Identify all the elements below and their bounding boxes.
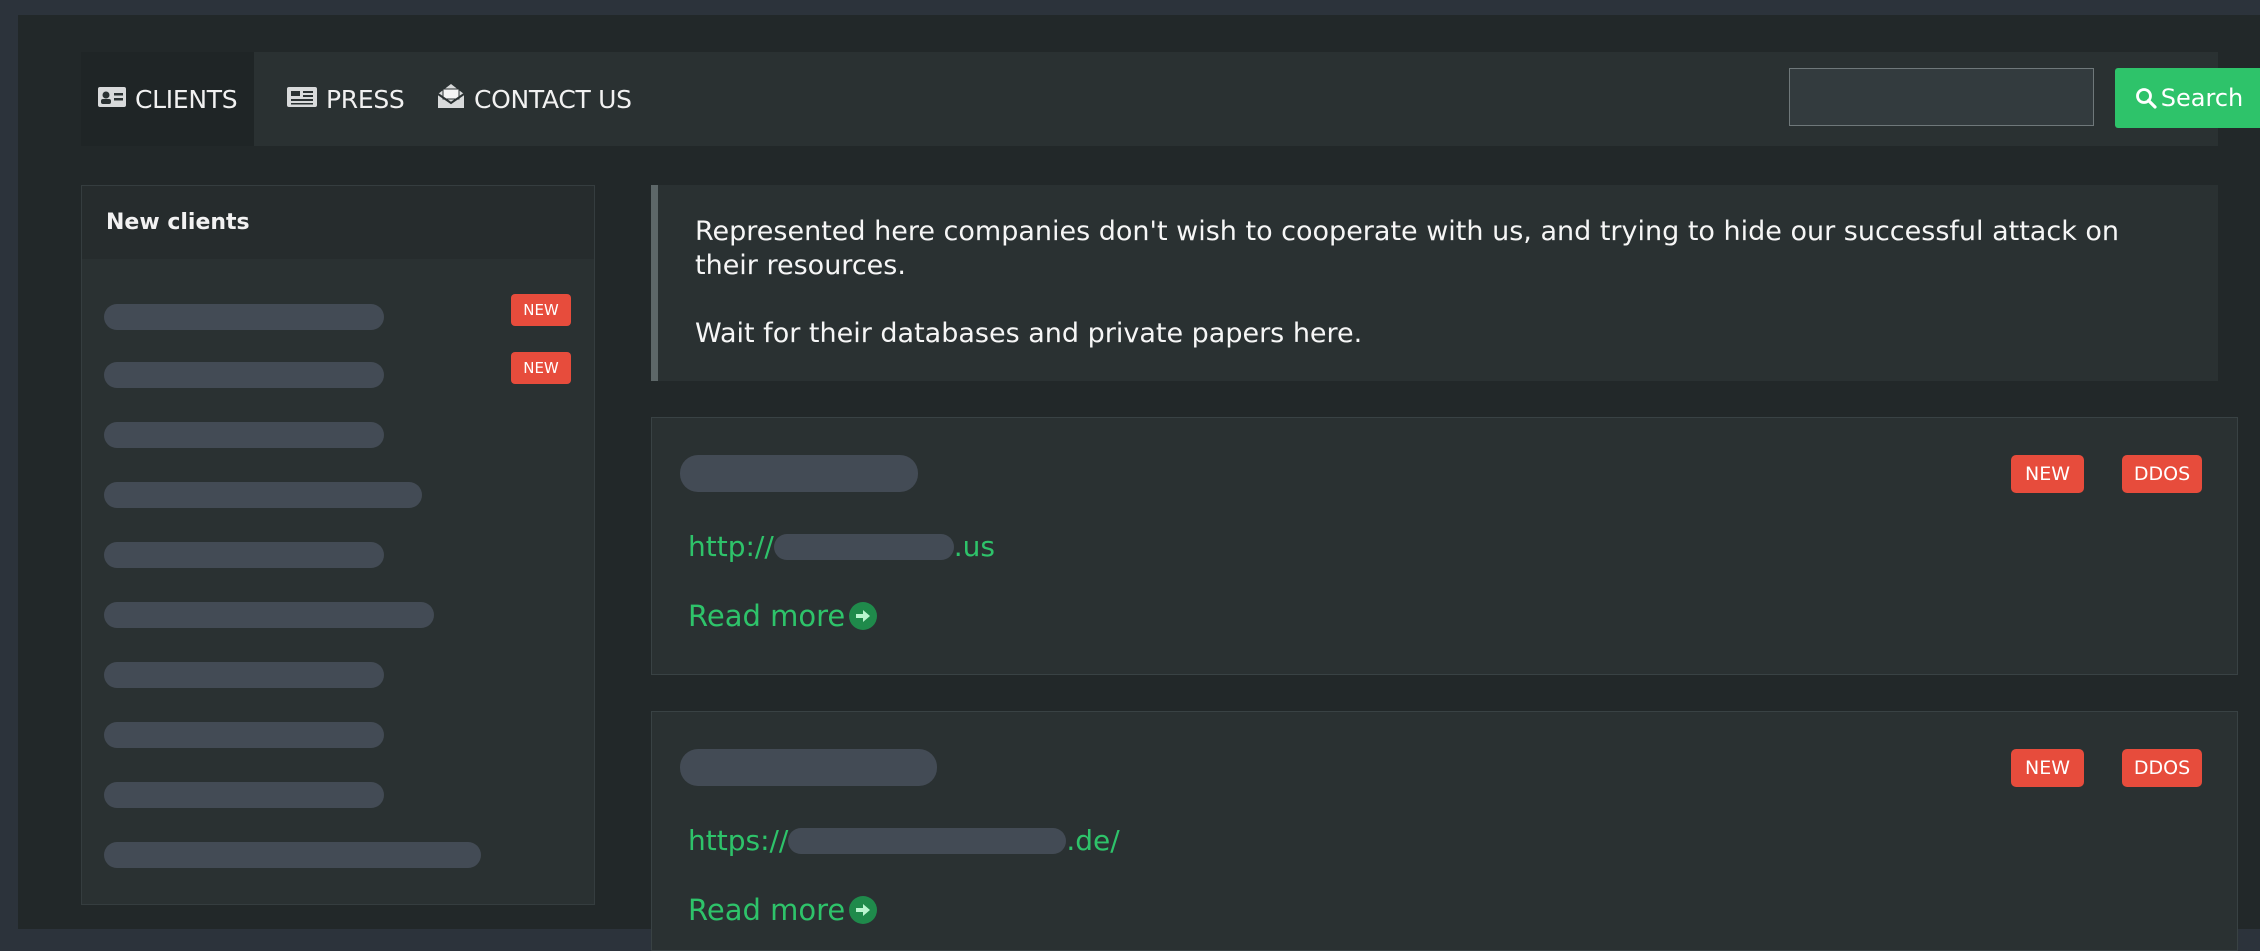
sidebar-client-link-redacted[interactable] xyxy=(104,782,384,808)
read-more-link[interactable]: Read more xyxy=(688,893,878,927)
new-clients-sidebar: New clients NEW NEW xyxy=(81,185,595,905)
read-more-link[interactable]: Read more xyxy=(688,599,878,633)
ddos-badge: DDOS xyxy=(2122,455,2202,493)
page: CLIENTS PRESS CONTACT US Search New clie… xyxy=(18,15,2260,951)
new-badge: NEW xyxy=(2011,455,2084,493)
ddos-badge: DDOS xyxy=(2122,749,2202,787)
sidebar-client-link-redacted[interactable] xyxy=(104,662,384,688)
search-button-label: Search xyxy=(2160,84,2244,112)
new-badge: NEW xyxy=(511,352,571,384)
client-url[interactable]: https:// .de/ xyxy=(688,824,1120,857)
sidebar-client-link-redacted[interactable] xyxy=(104,304,384,330)
nav-tab-contact-us[interactable]: CONTACT US xyxy=(436,52,632,146)
id-card-icon xyxy=(97,85,127,114)
client-card: NEW DDOS http:// .us Read more xyxy=(651,417,2238,675)
nav-tab-label: CLIENTS xyxy=(135,84,238,114)
newspaper-icon xyxy=(286,85,318,114)
search-icon xyxy=(2135,88,2157,109)
envelope-open-icon xyxy=(436,82,466,116)
nav-tab-clients[interactable]: CLIENTS xyxy=(81,52,255,146)
search-input[interactable] xyxy=(1789,68,2094,126)
sidebar-client-link-redacted[interactable] xyxy=(104,422,384,448)
client-name-redacted[interactable] xyxy=(680,749,937,786)
sidebar-title: New clients xyxy=(82,186,594,259)
top-navbar: CLIENTS PRESS CONTACT US Search xyxy=(81,52,2260,146)
client-url[interactable]: http:// .us xyxy=(688,530,995,563)
read-more-label: Read more xyxy=(688,599,846,633)
sidebar-client-link-redacted[interactable] xyxy=(104,722,384,748)
url-redacted xyxy=(773,533,954,560)
url-redacted xyxy=(788,827,1067,854)
nav-tab-label: PRESS xyxy=(326,84,405,114)
nav-tab-label: CONTACT US xyxy=(474,84,632,114)
url-suffix: .de/ xyxy=(1066,824,1120,857)
client-card: NEW DDOS https:// .de/ Read more xyxy=(651,711,2238,951)
info-text: Represented here companies don't wish to… xyxy=(695,216,2120,281)
url-prefix: http:// xyxy=(688,530,774,563)
client-name-redacted[interactable] xyxy=(680,455,918,492)
info-text: Wait for their databases and private pap… xyxy=(695,318,1363,349)
sidebar-client-link-redacted[interactable] xyxy=(104,482,422,508)
read-more-label: Read more xyxy=(688,893,846,927)
arrow-right-circle-icon xyxy=(849,602,878,630)
nav-tab-press[interactable]: PRESS xyxy=(286,52,405,146)
sidebar-client-link-redacted[interactable] xyxy=(104,542,384,568)
search-button[interactable]: Search xyxy=(2115,68,2260,128)
new-badge: NEW xyxy=(2011,749,2084,787)
sidebar-client-link-redacted[interactable] xyxy=(104,362,384,388)
url-suffix: .us xyxy=(953,530,996,563)
sidebar-client-link-redacted[interactable] xyxy=(104,842,481,868)
url-prefix: https:// xyxy=(688,824,789,857)
arrow-right-circle-icon xyxy=(849,896,878,924)
new-badge: NEW xyxy=(511,294,571,326)
sidebar-client-link-redacted[interactable] xyxy=(104,602,434,628)
info-notice: Represented here companies don't wish to… xyxy=(651,185,2218,381)
